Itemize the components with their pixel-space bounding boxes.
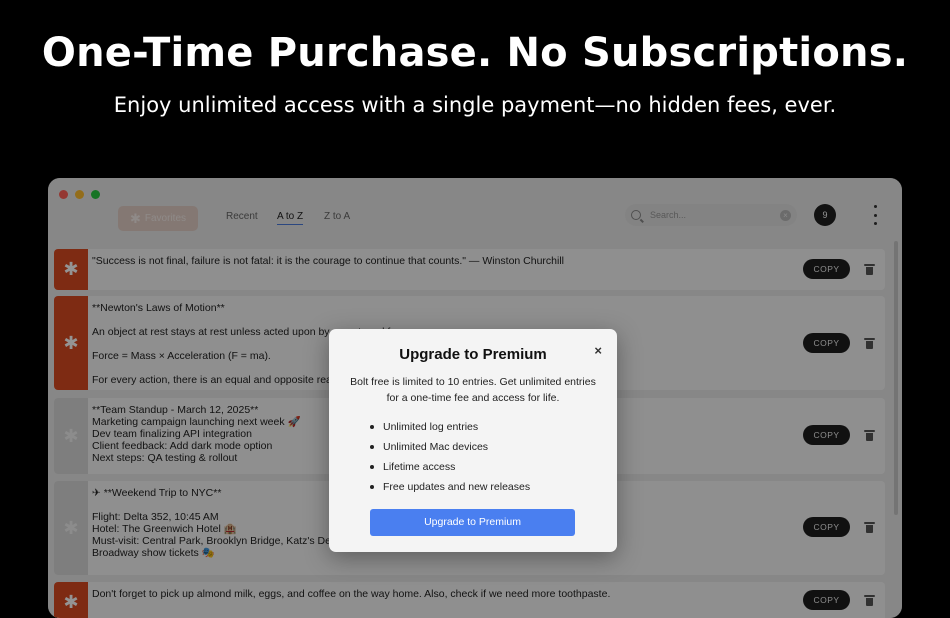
hero-subtitle: Enjoy unlimited access with a single pay… [113, 93, 837, 117]
feature-item: Unlimited log entries [369, 419, 530, 439]
modal-description: Bolt free is limited to 10 entries. Get … [350, 376, 596, 404]
feature-item: Unlimited Mac devices [369, 439, 530, 459]
feature-list: Unlimited log entries Unlimited Mac devi… [369, 419, 530, 499]
feature-item: Lifetime access [369, 459, 530, 479]
hero-title: One-Time Purchase. No Subscriptions. [41, 30, 909, 76]
feature-item: Free updates and new releases [369, 479, 530, 499]
modal-title: Upgrade to Premium [399, 346, 547, 363]
close-icon[interactable]: × [594, 343, 602, 358]
upgrade-button[interactable]: Upgrade to Premium [370, 509, 575, 536]
upgrade-modal: Upgrade to Premium × Bolt free is limite… [329, 329, 617, 552]
